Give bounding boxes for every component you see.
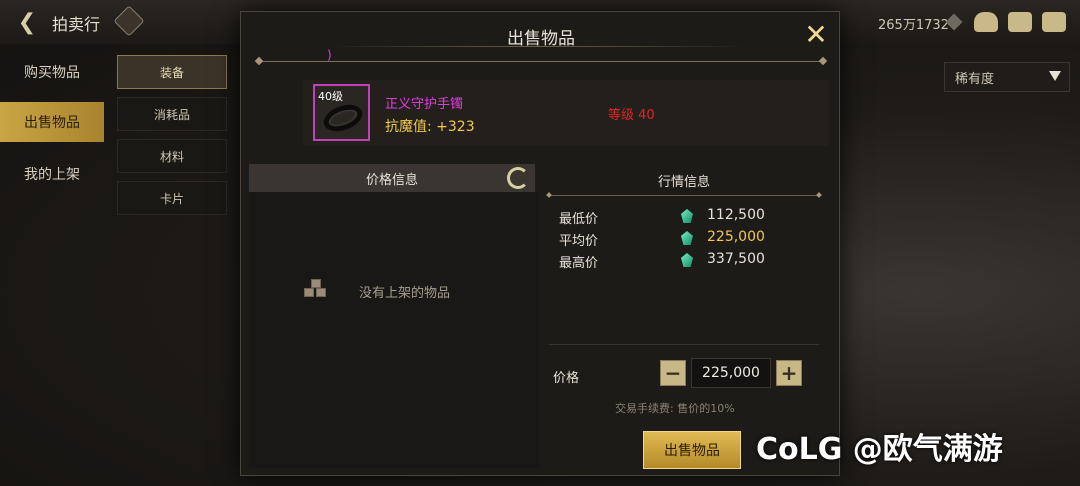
market-row-avg: 平均价 225,000 bbox=[559, 227, 819, 249]
price-info-header: 价格信息 bbox=[249, 164, 535, 192]
sell-button[interactable]: 出售物品 bbox=[643, 431, 741, 469]
market-row-label: 最高价 bbox=[559, 256, 599, 271]
item-level-requirement: 等级 40 bbox=[608, 108, 655, 123]
arrow-left-icon: ❮ bbox=[17, 9, 37, 35]
sort-dropdown-value: 稀有度 bbox=[955, 71, 995, 87]
refresh-icon[interactable] bbox=[507, 167, 529, 189]
close-star-icon: ✕ bbox=[804, 17, 828, 51]
gem-icon bbox=[681, 253, 693, 267]
tab-consumables[interactable]: 消耗品 bbox=[117, 97, 227, 131]
sidebar-item-sell[interactable]: 出售物品 bbox=[0, 102, 104, 142]
price-divider bbox=[549, 344, 819, 345]
plus-icon: + bbox=[780, 361, 798, 385]
back-button[interactable]: ❮ bbox=[12, 8, 42, 36]
bracelet-icon bbox=[320, 99, 366, 137]
watermark: CoLG @欧气满游 bbox=[756, 432, 1003, 467]
price-label: 价格 bbox=[553, 371, 580, 386]
item-level-badge: 40级 bbox=[318, 90, 343, 103]
close-button[interactable]: ✕ bbox=[801, 17, 831, 51]
item-stat: 抗魔值: +323 bbox=[385, 119, 475, 135]
sidebar-item-buy[interactable]: 购买物品 bbox=[0, 52, 104, 92]
decoration-mark: ) bbox=[327, 48, 332, 62]
sell-item-dialog: 出售物品 ) ✕ 40级 正义守护手镯 抗魔值: +323 等级 40 价格信息… bbox=[240, 11, 840, 476]
market-divider bbox=[549, 195, 819, 196]
auction-emblem-icon bbox=[113, 5, 145, 37]
market-row-value: 225,000 bbox=[707, 229, 765, 245]
market-row-label: 平均价 bbox=[559, 234, 599, 249]
market-row-min: 最低价 112,500 bbox=[559, 205, 819, 227]
empty-listing-text: 没有上架的物品 bbox=[359, 286, 451, 301]
tab-materials[interactable]: 材料 bbox=[117, 139, 227, 173]
fee-note: 交易手续费: 售价的10% bbox=[615, 402, 735, 415]
sort-dropdown[interactable]: 稀有度 bbox=[944, 62, 1070, 92]
gem-icon bbox=[681, 231, 693, 245]
minus-icon: − bbox=[664, 361, 682, 385]
increase-price-button[interactable]: + bbox=[776, 360, 802, 386]
sidebar-item-my-listings[interactable]: 我的上架 bbox=[0, 154, 104, 194]
market-row-label: 最低价 bbox=[559, 212, 599, 227]
title-decoration bbox=[327, 46, 747, 47]
tab-equipment[interactable]: 装备 bbox=[117, 55, 227, 89]
item-summary: 40级 正义守护手镯 抗魔值: +323 等级 40 bbox=[303, 80, 829, 146]
market-row-max: 最高价 337,500 bbox=[559, 249, 819, 271]
chat-icon[interactable] bbox=[1042, 12, 1066, 32]
cake-icon[interactable] bbox=[974, 12, 998, 32]
market-row-value: 112,500 bbox=[707, 207, 765, 223]
chevron-down-icon bbox=[1049, 71, 1061, 81]
title-divider bbox=[259, 61, 823, 62]
price-info-title: 价格信息 bbox=[365, 172, 418, 188]
decrease-price-button[interactable]: − bbox=[660, 360, 686, 386]
mail-icon[interactable] bbox=[1008, 12, 1032, 32]
market-info-title: 行情信息 bbox=[657, 175, 710, 190]
tab-cards[interactable]: 卡片 bbox=[117, 181, 227, 215]
market-row-value: 337,500 bbox=[707, 251, 765, 267]
listing-list: 没有上架的物品 bbox=[249, 192, 539, 468]
page-title: 拍卖行 bbox=[52, 15, 101, 34]
item-slot[interactable]: 40级 bbox=[313, 84, 370, 141]
item-name: 正义守护手镯 bbox=[385, 97, 464, 112]
currency-amount: 265万1732 bbox=[878, 18, 949, 33]
gem-icon bbox=[681, 209, 693, 223]
price-input[interactable] bbox=[691, 358, 771, 388]
empty-box-icon bbox=[304, 279, 328, 299]
